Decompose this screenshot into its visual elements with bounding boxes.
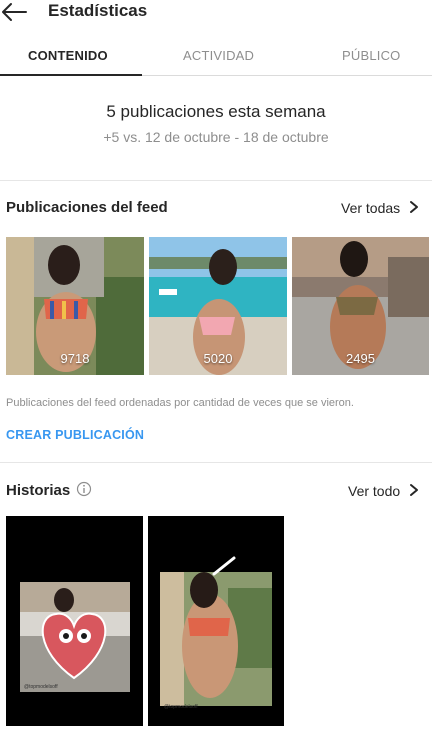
stories-see-all-link[interactable]: Ver todo xyxy=(348,483,400,499)
back-arrow-icon[interactable] xyxy=(0,1,30,23)
divider xyxy=(0,180,432,181)
tab-publico[interactable]: PÚBLICO xyxy=(342,48,400,63)
feed-section-title: Publicaciones del feed xyxy=(6,199,168,216)
feed-caption: Publicaciones del feed ordenadas por can… xyxy=(6,397,354,409)
feed-see-all-link[interactable]: Ver todas xyxy=(341,200,400,216)
chevron-right-icon[interactable] xyxy=(408,483,420,497)
story-thumbnail[interactable]: @topmodelsoff xyxy=(6,516,143,726)
feed-post-thumbnail[interactable]: 2495 xyxy=(292,237,429,375)
tab-contenido[interactable]: CONTENIDO xyxy=(28,48,108,63)
story-image: @topmodelsoff xyxy=(20,582,130,692)
page-title: Estadísticas xyxy=(48,1,148,20)
view-count: 2495 xyxy=(346,351,375,366)
info-icon[interactable] xyxy=(76,481,92,497)
feed-post-thumbnail[interactable]: 5020 xyxy=(149,237,287,375)
view-count: 9718 xyxy=(60,351,90,366)
svg-text:@topmodelsoff: @topmodelsoff xyxy=(24,684,58,690)
story-image: @topmodelsoff xyxy=(160,556,272,710)
tab-bar: CONTENIDO ACTIVIDAD PÚBLICO xyxy=(0,36,432,76)
story-thumbnail[interactable]: @topmodelsoff xyxy=(148,516,284,726)
svg-text:@topmodelsoff: @topmodelsoff xyxy=(164,704,198,710)
feed-post-thumbnail[interactable]: 9718 xyxy=(6,237,144,375)
divider xyxy=(0,462,432,463)
create-post-button[interactable]: CREAR PUBLICACIÓN xyxy=(6,428,144,442)
tab-actividad[interactable]: ACTIVIDAD xyxy=(183,48,254,63)
top-bar: Estadísticas xyxy=(0,0,432,30)
view-count: 5020 xyxy=(203,351,233,366)
chevron-right-icon[interactable] xyxy=(408,200,420,214)
stories-section-title: Historias xyxy=(6,482,71,499)
summary-title: 5 publicaciones esta semana xyxy=(106,102,326,121)
summary-comparison: +5 vs. 12 de octubre - 18 de octubre xyxy=(103,129,329,145)
weekly-summary: 5 publicaciones esta semana +5 vs. 12 de… xyxy=(0,76,432,180)
